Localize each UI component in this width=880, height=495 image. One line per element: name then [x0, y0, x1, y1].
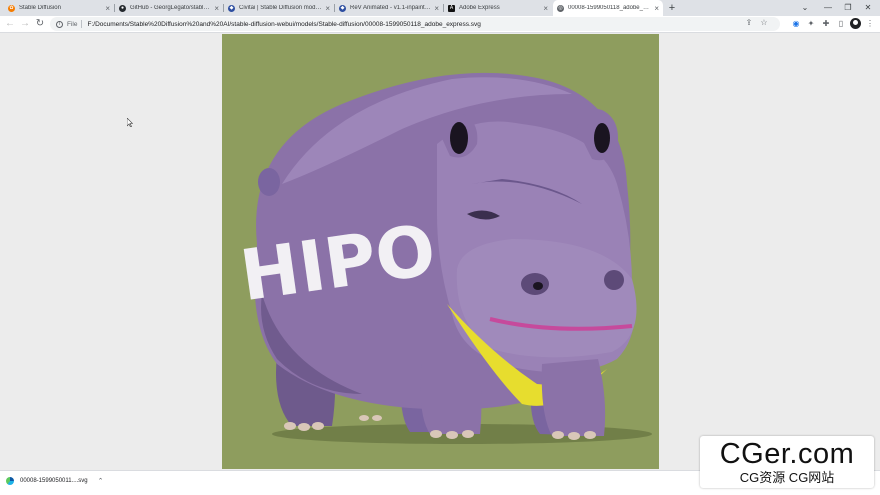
back-arrow-icon[interactable]: ← — [3, 17, 17, 31]
svg-image: HIPO — [222, 34, 659, 469]
adobe-express-icon: A — [448, 4, 455, 12]
bookmark-star-icon[interactable]: ☆ — [759, 18, 769, 27]
tab-strip: ✿ Stable Diffusion × ● GitHub - GeorgLeg… — [0, 0, 880, 16]
address-bar[interactable]: i File F:/Documents/Stable%20Diffusion%2… — [50, 17, 780, 31]
extension-icon[interactable]: ◉ — [790, 18, 802, 30]
civitai-icon: ◆ — [339, 4, 346, 12]
close-icon[interactable]: × — [105, 4, 110, 13]
tab-svg-file[interactable]: ◎ 00008-1599050118_adobe_expr × — [553, 0, 663, 16]
info-icon[interactable]: i — [56, 20, 63, 28]
watermark-subtitle: CG资源 CG网站 — [739, 470, 835, 485]
globe-icon: ◎ — [557, 4, 564, 12]
browser-toolbar: ← → ↻ i File F:/Documents/Stable%20Diffu… — [0, 16, 880, 33]
tab-title: Adobe Express — [459, 5, 500, 11]
maximize-icon[interactable]: ❐ — [838, 1, 858, 15]
mouse-cursor-icon — [127, 118, 133, 127]
tab-adobe-express[interactable]: A Adobe Express × — [444, 0, 552, 16]
window-close-icon[interactable]: ✕ — [858, 1, 878, 15]
share-icon[interactable]: ⇪ — [744, 18, 754, 27]
extension-icon[interactable]: ✦ — [805, 18, 817, 30]
close-icon[interactable]: × — [543, 4, 548, 13]
menu-icon[interactable]: ⋮ — [864, 18, 876, 30]
address-url[interactable]: F:/Documents/Stable%20Diffusion%20and%20… — [87, 21, 480, 28]
profile-avatar[interactable] — [850, 18, 861, 29]
tab-title: GitHub - GeorgLegato/stable-dif — [130, 5, 212, 11]
close-icon[interactable]: × — [214, 4, 219, 13]
tab-rev-animated[interactable]: ◆ ReV Animated - v1.1-inpainting × — [335, 0, 443, 16]
download-filename: 00008-1599050011....svg — [20, 478, 88, 484]
tab-stable-diffusion[interactable]: ✿ Stable Diffusion × — [4, 0, 114, 16]
tab-title: 00008-1599050118_adobe_expr — [568, 5, 652, 11]
forward-arrow-icon[interactable]: → — [18, 17, 32, 31]
minimize-icon[interactable]: — — [818, 1, 838, 15]
close-icon[interactable]: × — [654, 4, 659, 13]
close-icon[interactable]: × — [434, 4, 439, 13]
chevron-up-icon[interactable]: ⌃ — [98, 477, 104, 485]
reload-icon[interactable]: ↻ — [33, 17, 47, 31]
download-item[interactable]: 00008-1599050011....svg ⌃ — [6, 477, 104, 485]
close-icon[interactable]: × — [325, 4, 330, 13]
watermark-title: CGer.com — [719, 438, 855, 470]
tab-title: ReV Animated - v1.1-inpainting — [350, 5, 432, 11]
github-icon: ● — [119, 4, 126, 12]
watermark-logo: CGer.com CG资源 CG网站 — [700, 436, 874, 488]
tab-title: Civitai | Stable Diffusion models — [239, 5, 323, 11]
civitai-icon: ◆ — [228, 4, 235, 12]
address-scheme: File — [67, 20, 78, 28]
tab-search-icon[interactable]: ⌄ — [795, 1, 815, 15]
tab-civitai[interactable]: ◆ Civitai | Stable Diffusion models × — [224, 0, 334, 16]
hippo-illustration: HIPO — [222, 34, 659, 469]
new-tab-button[interactable]: + — [666, 2, 678, 14]
edge-browser-icon — [6, 477, 14, 485]
extensions-puzzle-icon[interactable]: ✚ — [820, 18, 832, 30]
side-panel-icon[interactable]: ▯ — [835, 18, 847, 30]
tab-github[interactable]: ● GitHub - GeorgLegato/stable-dif × — [115, 0, 223, 16]
stable-diffusion-icon: ✿ — [8, 4, 15, 12]
tab-title: Stable Diffusion — [19, 5, 61, 11]
